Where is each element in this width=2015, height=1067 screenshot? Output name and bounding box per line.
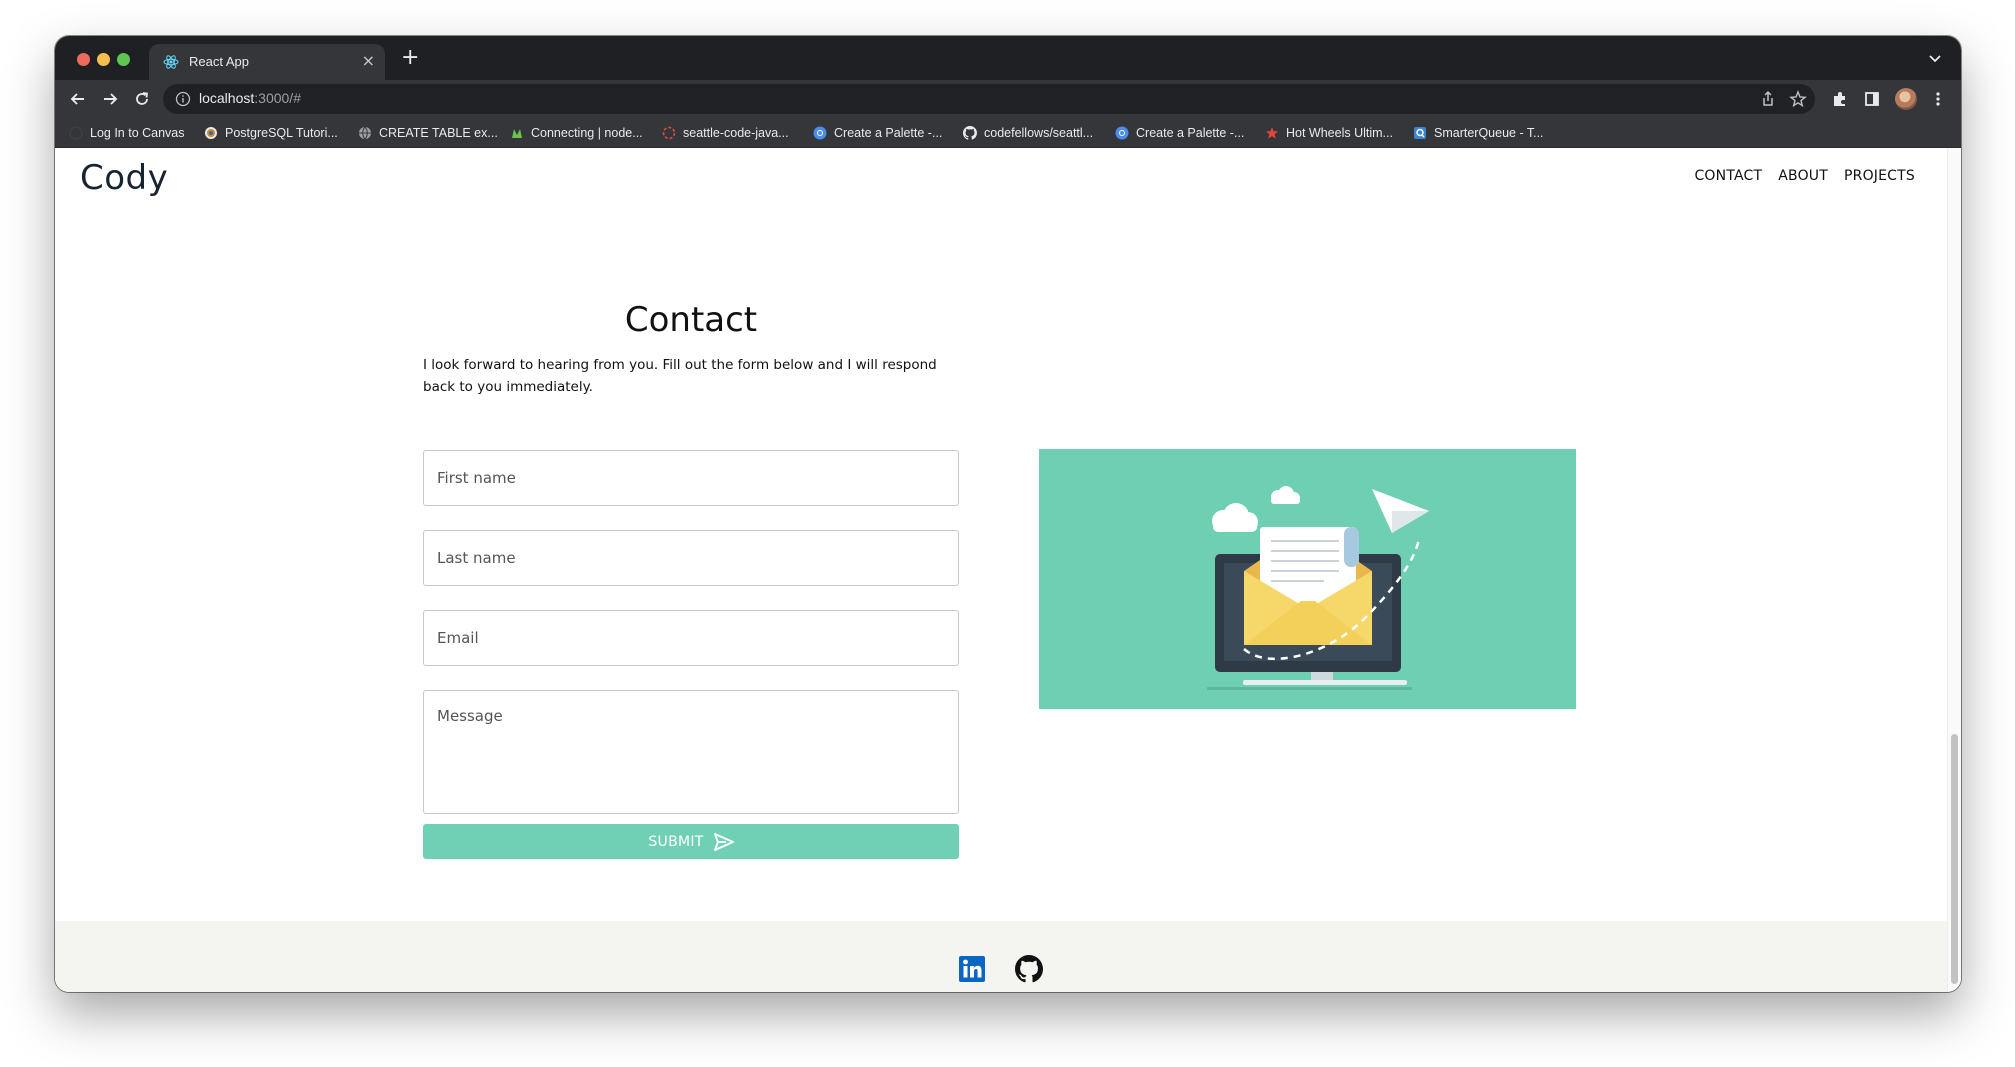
- bookmark-item[interactable]: CREATE TABLE ex...: [358, 124, 498, 142]
- send-icon: [713, 832, 734, 851]
- profile-avatar[interactable]: [1895, 88, 1917, 110]
- tab-react-app[interactable]: React App ×: [149, 44, 385, 80]
- message-textarea[interactable]: [423, 690, 959, 814]
- back-arrow-icon[interactable]: [69, 90, 87, 108]
- bookmark-label: PostgreSQL Tutori...: [225, 126, 338, 140]
- star-icon: [1266, 127, 1278, 139]
- contact-illustration: [1039, 449, 1576, 709]
- url-path: :3000/#: [254, 90, 301, 106]
- postgres-icon: [205, 127, 217, 139]
- url-host: localhost: [199, 90, 255, 106]
- bookmark-star-icon[interactable]: [1789, 90, 1807, 108]
- linkedin-icon[interactable]: [958, 955, 986, 983]
- bookmark-item[interactable]: Connecting | node...: [510, 124, 643, 142]
- canvas-icon: [69, 126, 83, 140]
- nav-contact[interactable]: CONTACT: [1694, 168, 1762, 184]
- first-name-input[interactable]: [423, 450, 959, 506]
- reload-icon[interactable]: [133, 90, 151, 108]
- bookmark-label: Hot Wheels Ultim...: [1286, 126, 1393, 140]
- bookmark-item[interactable]: SmarterQueue - T...: [1413, 124, 1544, 142]
- smarterqueue-icon: [1414, 127, 1426, 139]
- tab-strip: React App × +: [55, 36, 1961, 80]
- bookmark-label: CREATE TABLE ex...: [379, 126, 498, 140]
- bookmark-label: SmarterQueue - T...: [1434, 126, 1544, 140]
- react-icon: [163, 55, 179, 69]
- email-envelope-illustration: [1207, 486, 1429, 690]
- chrome-icon: [813, 126, 827, 140]
- site-brand[interactable]: Cody: [80, 158, 168, 198]
- address-bar[interactable]: localhost:3000/#: [163, 84, 1815, 114]
- url-text[interactable]: localhost:3000/#: [199, 90, 301, 106]
- top-navigation: CONTACT ABOUT PROJECTS: [1694, 168, 1915, 184]
- nav-projects[interactable]: PROJECTS: [1844, 168, 1915, 184]
- web-page: Cody CONTACT ABOUT PROJECTS Contact I lo…: [55, 148, 1961, 992]
- bookmark-label: seattle-code-java...: [683, 126, 789, 140]
- extensions-icon[interactable]: [1831, 90, 1849, 108]
- submit-button[interactable]: SUBMIT: [423, 824, 959, 859]
- bookmark-item[interactable]: PostgreSQL Tutori...: [204, 124, 338, 142]
- github-icon: [963, 126, 977, 140]
- site-footer: [55, 921, 1947, 992]
- contact-description: I look forward to hearing from you. Fill…: [423, 357, 937, 395]
- nav-about[interactable]: ABOUT: [1778, 168, 1828, 184]
- more-menu-icon[interactable]: [1929, 90, 1947, 108]
- contact-title: Contact: [624, 300, 758, 340]
- github-icon[interactable]: [1015, 955, 1043, 983]
- tab-close-icon[interactable]: ×: [362, 51, 375, 70]
- browser-toolbar: localhost:3000/#: [55, 80, 1961, 118]
- bookmark-item[interactable]: Log In to Canvas: [69, 124, 185, 142]
- minimize-window-button[interactable]: [97, 53, 110, 66]
- bookmark-label: codefellows/seattl...: [984, 126, 1094, 140]
- bookmark-label: Log In to Canvas: [90, 126, 185, 140]
- tab-title: React App: [189, 54, 249, 69]
- bookmark-item[interactable]: Hot Wheels Ultim...: [1265, 124, 1393, 142]
- last-name-input[interactable]: [423, 530, 959, 586]
- browser-window: React App × + localhost:3000/# Log In to…: [55, 36, 1961, 992]
- info-icon[interactable]: [175, 91, 191, 107]
- bookmark-item[interactable]: codefellows/seattl...: [963, 124, 1093, 142]
- bookmark-label: Create a Palette -...: [834, 126, 943, 140]
- globe-icon: [359, 126, 371, 140]
- email-input[interactable]: [423, 610, 959, 666]
- bookmark-label: Connecting | node...: [531, 126, 643, 140]
- close-window-button[interactable]: [77, 53, 90, 66]
- side-panel-icon[interactable]: [1863, 90, 1881, 108]
- chevron-down-icon[interactable]: [1927, 50, 1943, 66]
- submit-label: SUBMIT: [648, 833, 704, 850]
- circle-dashed-icon: [662, 126, 676, 140]
- zoom-window-button[interactable]: [117, 53, 130, 66]
- bookmark-item[interactable]: Create a Palette -...: [1115, 124, 1244, 142]
- share-icon[interactable]: [1759, 90, 1777, 108]
- new-tab-button[interactable]: +: [401, 46, 419, 70]
- scrollbar-thumb[interactable]: [1951, 734, 1958, 984]
- page-scrollbar[interactable]: [1947, 148, 1961, 992]
- bookmark-label: Create a Palette -...: [1136, 126, 1245, 140]
- chrome-icon: [1115, 126, 1129, 140]
- bookmark-item[interactable]: seattle-code-java...: [662, 124, 789, 142]
- forward-arrow-icon[interactable]: [101, 90, 119, 108]
- bookmarks-bar: Log In to Canvas PostgreSQL Tutori... CR…: [55, 118, 1961, 148]
- bookmark-item[interactable]: Create a Palette -...: [813, 124, 942, 142]
- node-icon: [512, 129, 522, 138]
